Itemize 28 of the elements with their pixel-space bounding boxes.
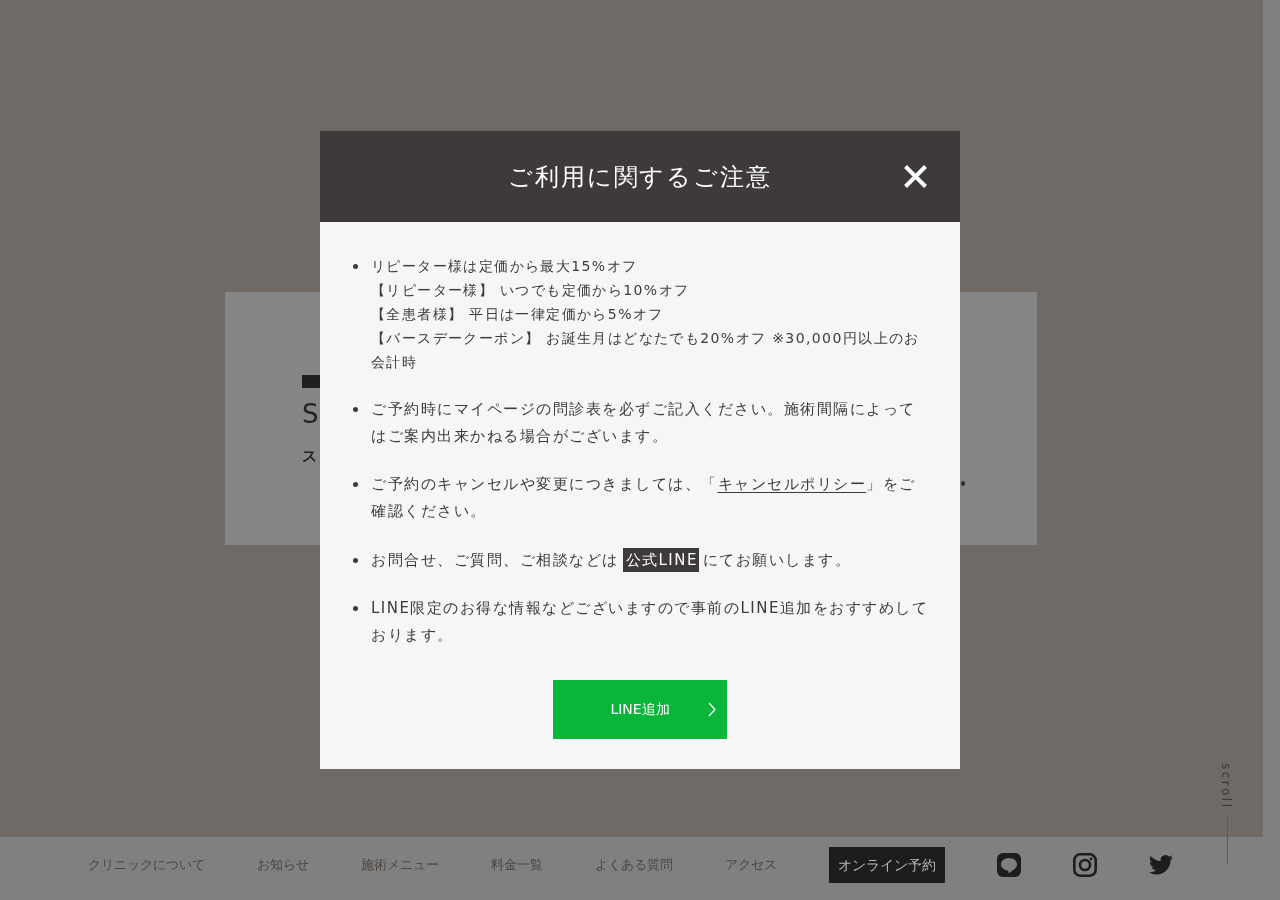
notice-text: リピーター様は定価から最大15%オフ 【リピーター様】 いつでも定価から10%オフ 【全患者様】 平日は一律定価から5%オフ 【バースデークーポン】 お誕生月はどなたでも20%オフ ※30,000円以上のお会計時 — [371, 257, 921, 372]
inline-link[interactable]: キャンセルポリシー — [717, 475, 866, 493]
bullet-icon — [353, 606, 358, 611]
dot-icon — [961, 481, 965, 486]
modal-title: ご利用に関するご注意 — [508, 161, 772, 193]
scrollbar[interactable] — [1263, 0, 1280, 837]
nav-link[interactable]: お知らせ — [257, 856, 309, 874]
notice-text: ご予約時にマイページの問診表を必ずご記入ください。施術間隔によってはご案内出来かねる場合がございます。 — [371, 398, 917, 447]
bullet-icon — [353, 557, 358, 563]
camera-icon[interactable] — [1073, 853, 1097, 877]
chat-bubble-icon[interactable] — [997, 853, 1021, 877]
notice-text: お問合せ、ご質問、ご相談などは 公式LINE にてお願いします。 — [371, 546, 930, 574]
nav-button[interactable]: オンライン予約 — [829, 847, 945, 883]
bullet-icon — [353, 482, 358, 487]
nav-link[interactable]: よくある質問 — [595, 856, 673, 874]
card-heading-text: S — [302, 399, 319, 429]
scroll-line — [1227, 815, 1228, 864]
notice-text: LINE限定のお得な情報などございますので事前のLINE追加をおすすめしております。 — [371, 598, 930, 646]
highlight-link[interactable]: 公式LINE — [622, 547, 699, 572]
bullet-icon — [353, 263, 358, 269]
bird-icon[interactable] — [1149, 853, 1173, 877]
close-button[interactable] — [903, 164, 928, 189]
heading-marker — [302, 375, 320, 388]
line-add-button[interactable]: LINE追加 — [553, 680, 727, 739]
card-subheading-text: ス — [302, 447, 317, 465]
notice-text: ご予約のキャンセルや変更につきましては、「キャンセルポリシー」をご確認ください。 — [371, 474, 917, 522]
bullet-icon — [353, 406, 358, 412]
chevron-icon — [708, 702, 716, 717]
